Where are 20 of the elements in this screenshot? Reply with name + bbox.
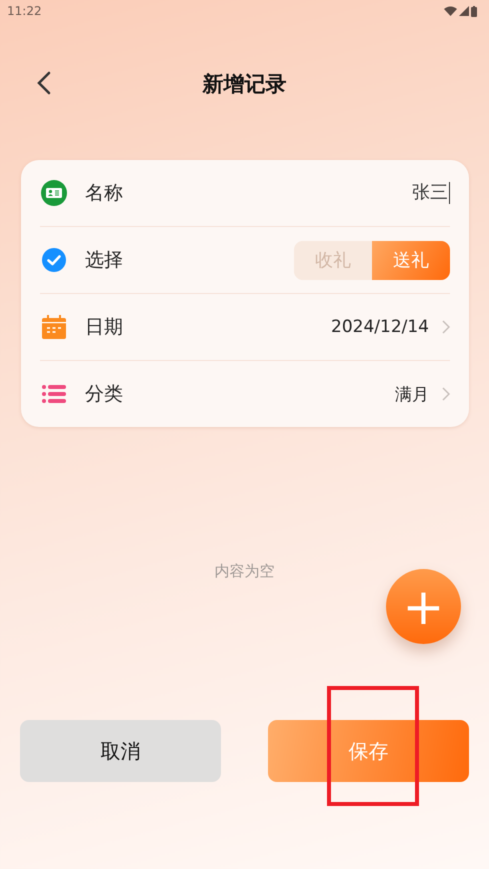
signal-icon (459, 6, 469, 16)
picker-value[interactable]: 2024/12/14 (331, 317, 429, 337)
list-icon (42, 384, 66, 404)
chevron-right-icon (442, 320, 450, 334)
field-label: 日期 (85, 315, 123, 340)
name-input-field[interactable]: 张三 (412, 182, 450, 204)
calendar-icon (42, 315, 66, 339)
cancel-button[interactable]: 取消 (20, 720, 221, 782)
empty-message: 内容为空 (214, 562, 274, 580)
picker-value[interactable]: 满月 (395, 382, 429, 406)
wifi-icon (444, 6, 457, 16)
chevron-right-icon (442, 387, 450, 401)
id-card-icon (41, 180, 67, 206)
page-title: 新增记录 (202, 72, 286, 96)
field-label: 名称 (85, 181, 123, 206)
check-circle-icon (42, 248, 66, 272)
field-label: 分类 (85, 382, 123, 407)
status-time: 11:22 (7, 4, 42, 18)
battery-icon (471, 6, 477, 16)
field-label: 选择 (85, 248, 123, 273)
